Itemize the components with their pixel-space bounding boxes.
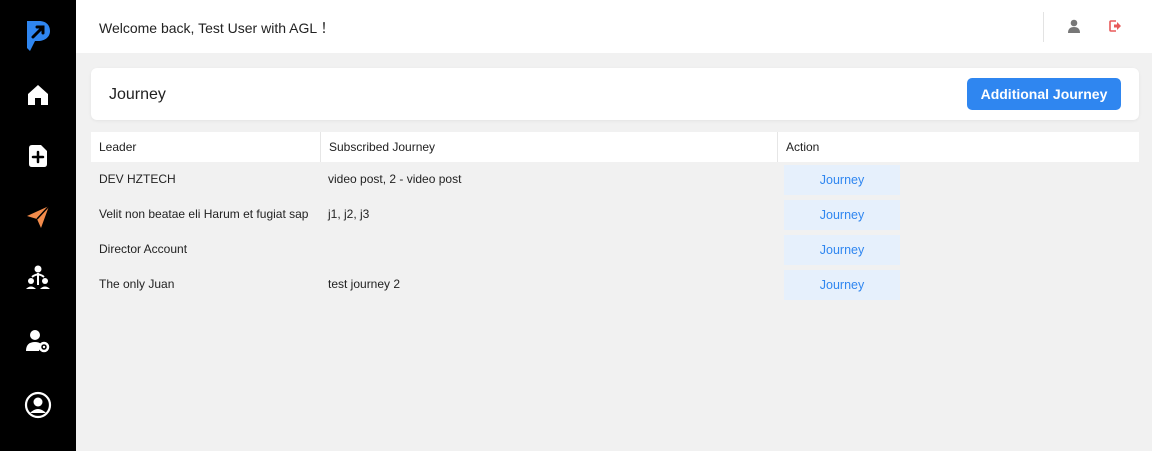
subscribed-journey-cell [320,232,777,267]
column-header-leader[interactable]: Leader [91,132,320,162]
sidebar [0,0,76,451]
user-circle-icon[interactable] [24,391,52,419]
users-network-icon[interactable] [24,263,52,291]
leader-cell: Director Account [99,242,188,256]
table-row: Velit non beatae eli Harum et fugiat sap… [91,197,1139,232]
leader-cell: Velit non beatae eli Harum et fugiat sap [99,207,309,221]
logout-icon[interactable] [1107,18,1123,34]
table-row: DEV HZTECH video post, 2 - video post Jo… [91,162,1139,197]
profile-icon[interactable] [1066,18,1082,34]
journey-button[interactable]: Journey [784,270,900,300]
table-row: The only Juan test journey 2 Journey [91,267,1139,302]
journey-button[interactable]: Journey [784,200,900,230]
app-logo-icon[interactable] [24,18,52,54]
home-icon[interactable] [24,81,52,109]
journey-table: Leader Subscribed Journey Action DEV HZT… [91,132,1139,302]
additional-journey-button[interactable]: Additional Journey [967,78,1121,110]
top-divider [1043,12,1044,42]
table-header: Leader Subscribed Journey Action [91,132,1139,162]
page-title: Journey [109,86,166,103]
leader-cell: The only Juan [99,277,175,291]
send-icon[interactable] [24,203,52,231]
journey-header-card: Journey Additional Journey [91,68,1139,120]
column-header-subscribed-journey[interactable]: Subscribed Journey [320,132,777,162]
welcome-message: Welcome back, Test User with AGL ！ [99,20,335,36]
user-settings-icon[interactable] [24,327,52,355]
subscribed-journey-cell: j1, j2, j3 [328,207,370,221]
table-row: Director Account Journey [91,232,1139,267]
leader-cell: DEV HZTECH [99,172,176,186]
add-file-icon[interactable] [24,142,52,170]
journey-button[interactable]: Journey [784,165,900,195]
journey-button[interactable]: Journey [784,235,900,265]
top-bar: Welcome back, Test User with AGL ！ [76,0,1152,53]
subscribed-journey-cell: test journey 2 [328,277,401,291]
subscribed-journey-cell: video post, 2 - video post [328,172,462,186]
column-header-action[interactable]: Action [777,132,1139,162]
